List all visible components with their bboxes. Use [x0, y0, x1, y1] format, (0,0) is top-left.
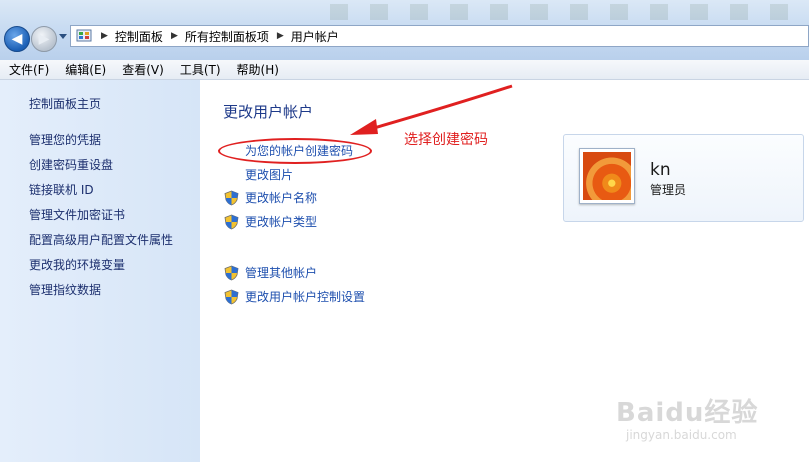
- task-label[interactable]: 更改帐户类型: [245, 213, 317, 230]
- manage-other-accounts-link[interactable]: 管理其他帐户: [224, 264, 317, 281]
- avatar[interactable]: [579, 148, 635, 204]
- left-link-environment-variables[interactable]: 更改我的环境变量: [29, 256, 125, 273]
- menu-tools[interactable]: 工具(T): [171, 61, 228, 78]
- user-name: kn: [650, 160, 671, 180]
- change-account-type-link[interactable]: 更改帐户类型: [224, 213, 317, 230]
- user-account-card: kn 管理员: [563, 134, 804, 222]
- left-link-encryption-certificates[interactable]: 管理文件加密证书: [29, 206, 125, 223]
- left-link-control-panel-home[interactable]: 控制面板主页: [29, 95, 101, 112]
- user-role: 管理员: [650, 183, 687, 197]
- left-link-fingerprint-data[interactable]: 管理指纹数据: [29, 281, 101, 298]
- forward-arrow-icon[interactable]: ▶: [31, 26, 57, 52]
- menu-view[interactable]: 查看(V): [113, 61, 171, 78]
- left-link-manage-credentials[interactable]: 管理您的凭据: [29, 131, 101, 148]
- task-label[interactable]: 更改用户帐户控制设置: [245, 288, 365, 305]
- task-label[interactable]: 更改帐户名称: [245, 189, 317, 206]
- breadcrumb-separator-icon[interactable]: ▶: [101, 31, 108, 41]
- uac-shield-icon: [224, 190, 239, 205]
- annotation-highlight-ellipse: [218, 138, 372, 164]
- menu-file[interactable]: 文件(F): [0, 61, 56, 78]
- blurred-taskbar-strip: [330, 4, 800, 20]
- back-arrow-icon[interactable]: ◀: [4, 26, 30, 52]
- menu-edit[interactable]: 编辑(E): [56, 61, 113, 78]
- watermark-url: jingyan.baidu.com: [626, 428, 737, 442]
- breadcrumb-control-panel[interactable]: 控制面板: [115, 28, 163, 45]
- task-label[interactable]: 更改图片: [245, 166, 293, 183]
- uac-shield-icon: [224, 289, 239, 304]
- annotation-label: 选择创建密码: [404, 132, 488, 148]
- menu-help[interactable]: 帮助(H): [228, 61, 286, 78]
- recent-pages-dropdown-icon[interactable]: [59, 34, 67, 39]
- breadcrumb-separator-icon[interactable]: ▶: [277, 31, 284, 41]
- task-label[interactable]: 管理其他帐户: [245, 264, 317, 281]
- left-link-password-reset-disk[interactable]: 创建密码重设盘: [29, 156, 113, 173]
- left-link-online-id[interactable]: 链接联机 ID: [29, 181, 94, 198]
- menu-bar: 文件(F) 编辑(E) 查看(V) 工具(T) 帮助(H): [0, 60, 809, 80]
- page-title: 更改用户帐户: [223, 103, 314, 121]
- breadcrumb-all-items[interactable]: 所有控制面板项: [185, 28, 269, 45]
- breadcrumb-separator-icon[interactable]: ▶: [171, 31, 178, 41]
- uac-settings-link[interactable]: 更改用户帐户控制设置: [224, 288, 365, 305]
- breadcrumb-user-accounts[interactable]: 用户帐户: [291, 28, 339, 45]
- address-bar[interactable]: ▶ 控制面板 ▶ 所有控制面板项 ▶ 用户帐户: [70, 25, 809, 47]
- flower-avatar-image: [583, 152, 631, 200]
- left-navigation-pane: 控制面板主页 管理您的凭据 创建密码重设盘 链接联机 ID 管理文件加密证书 配…: [0, 80, 200, 462]
- left-link-advanced-profile[interactable]: 配置高级用户配置文件属性: [29, 231, 173, 248]
- window-header: ◀ ▶ ▶ 控制面板 ▶ 所有控制面板项 ▶ 用户帐户: [0, 0, 809, 61]
- uac-shield-icon: [224, 265, 239, 280]
- change-account-name-link[interactable]: 更改帐户名称: [224, 189, 317, 206]
- change-picture-link[interactable]: 更改图片: [224, 166, 293, 183]
- watermark-logo: Baidu经验: [616, 398, 759, 428]
- uac-shield-icon: [224, 214, 239, 229]
- control-panel-icon: [76, 29, 92, 42]
